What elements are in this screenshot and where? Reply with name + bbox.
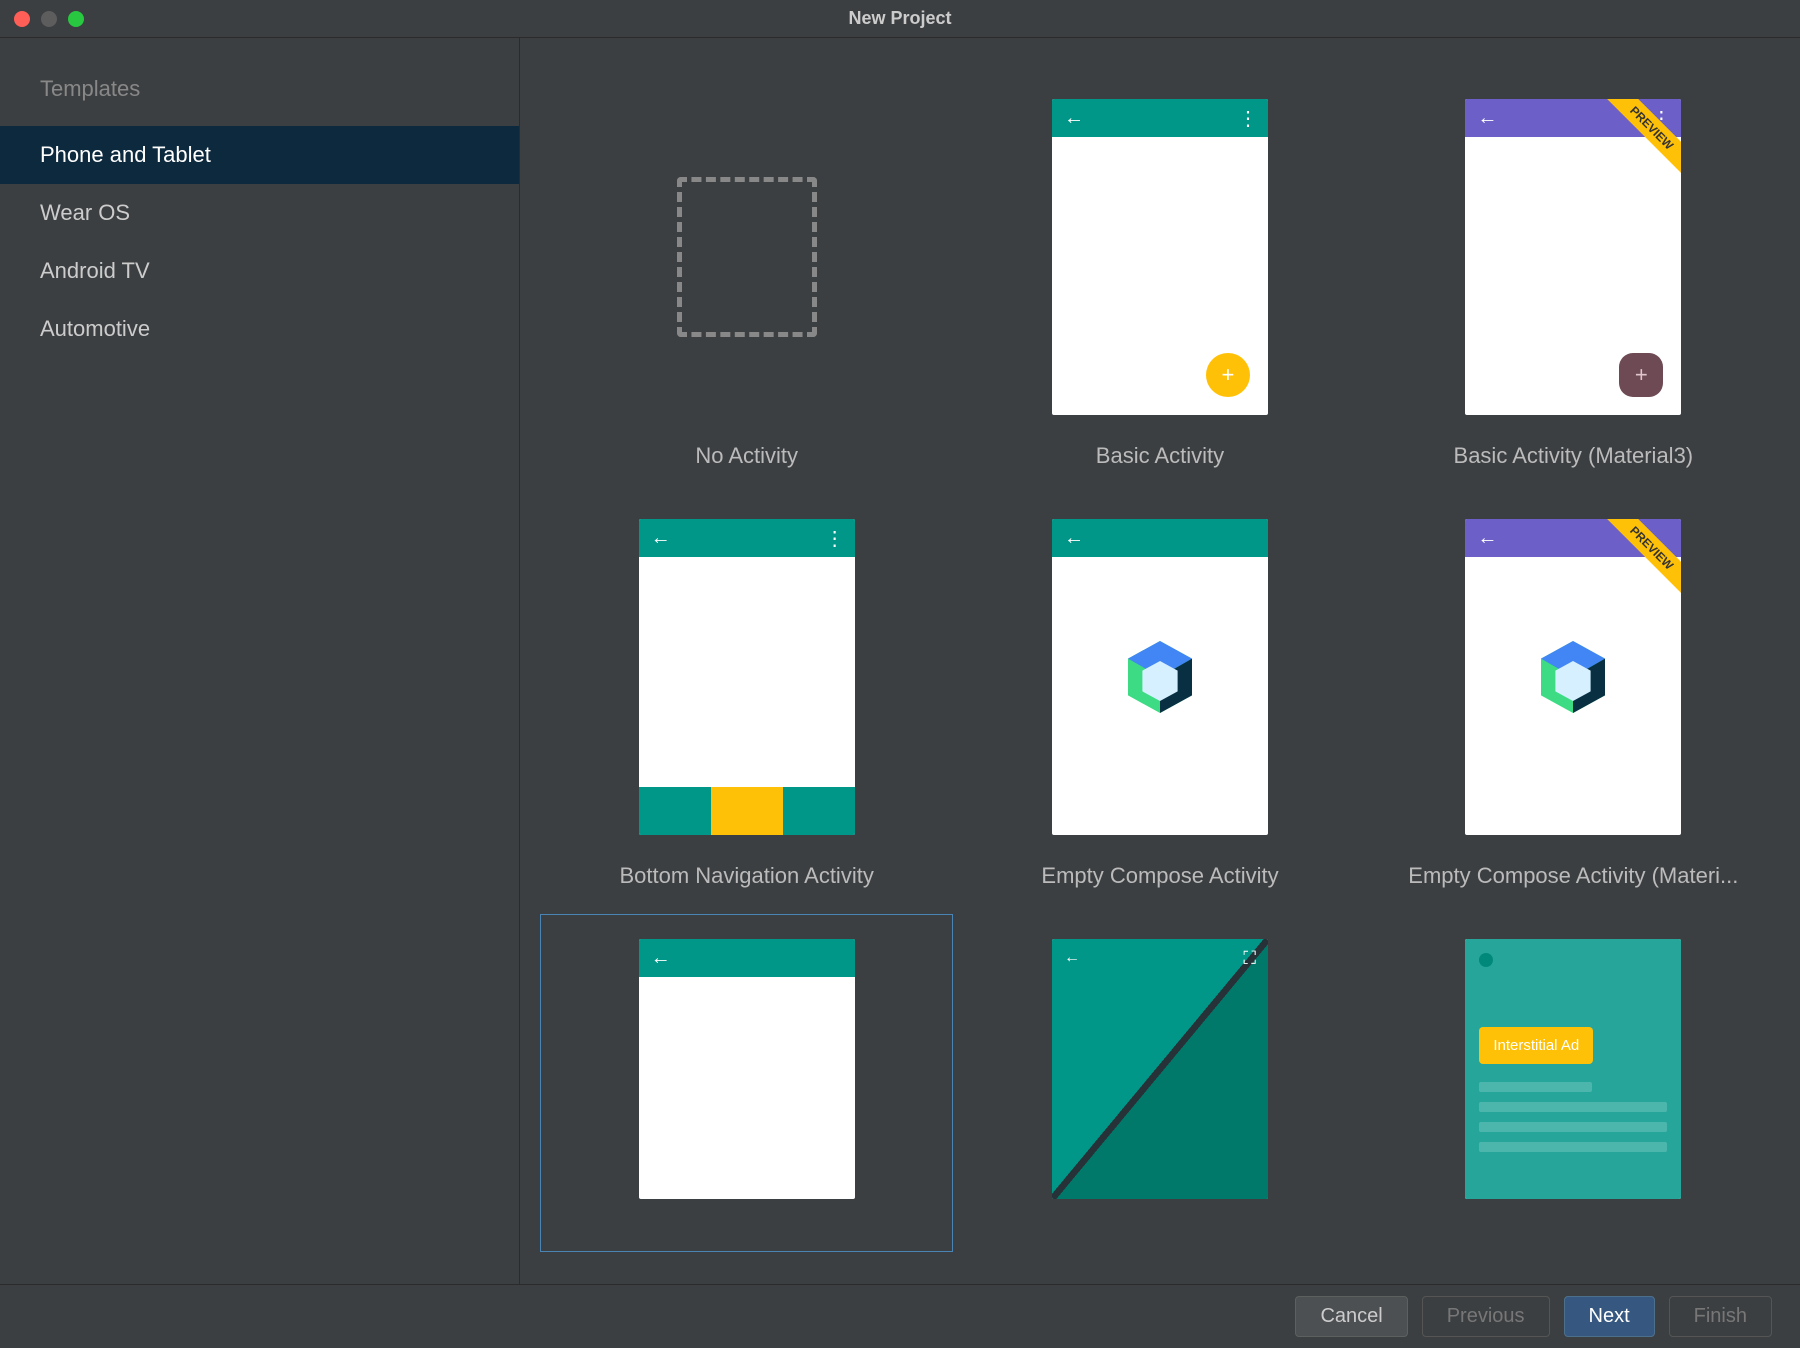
fab-icon: + xyxy=(1619,353,1663,397)
window-title: New Project xyxy=(848,8,951,29)
template-thumb: ← ⛶ xyxy=(1052,939,1268,1199)
placeholder-line xyxy=(1479,1142,1667,1152)
template-grid[interactable]: No Activity ← ⋮ + Basic Activity ← xyxy=(520,38,1800,1284)
appbar: ← xyxy=(1052,519,1268,557)
template-label: No Activity xyxy=(695,443,798,469)
overflow-menu-icon: ⋮ xyxy=(1238,106,1256,131)
template-card-basic-activity-m3[interactable]: ← ⋮ PREVIEW + Basic Activity (Material3) xyxy=(1367,74,1780,494)
template-thumb: ← ⋮ xyxy=(639,519,855,835)
template-card-empty-compose-m3[interactable]: ← PREVIEW Empty Compose Activity (Materi… xyxy=(1367,494,1780,914)
back-arrow-icon: ← xyxy=(1477,527,1497,550)
template-label: Empty Compose Activity (Materi... xyxy=(1408,863,1738,889)
placeholder-line xyxy=(1479,1102,1667,1112)
template-card-basic-activity[interactable]: ← ⋮ + Basic Activity xyxy=(953,74,1366,494)
back-arrow-icon: ← xyxy=(1477,107,1497,130)
template-card-empty-compose[interactable]: ← Empty Compose Activity xyxy=(953,494,1366,914)
next-button[interactable]: Next xyxy=(1564,1296,1655,1337)
overflow-menu-icon: ⋮ xyxy=(825,526,843,551)
template-label: Bottom Navigation Activity xyxy=(619,863,873,889)
maximize-window-button[interactable] xyxy=(68,11,84,27)
sidebar-item-wear-os[interactable]: Wear OS xyxy=(0,184,519,242)
placeholder-line xyxy=(1479,1082,1592,1092)
sidebar-item-phone-tablet[interactable]: Phone and Tablet xyxy=(0,126,519,184)
close-window-button[interactable] xyxy=(14,11,30,27)
template-thumb: ← xyxy=(639,939,855,1199)
template-label: Empty Compose Activity xyxy=(1041,863,1278,889)
template-thumb: ← PREVIEW xyxy=(1465,519,1681,835)
sidebar-item-automotive[interactable]: Automotive xyxy=(0,300,519,358)
fab-icon: + xyxy=(1206,353,1250,397)
previous-button: Previous xyxy=(1422,1296,1550,1337)
template-label: Basic Activity xyxy=(1096,443,1224,469)
template-thumb: ← ⋮ PREVIEW + xyxy=(1465,99,1681,415)
sidebar-header: Templates xyxy=(0,66,519,126)
template-label: Basic Activity (Material3) xyxy=(1454,443,1694,469)
jetpack-compose-icon xyxy=(1533,637,1613,717)
appbar: ← xyxy=(639,939,855,977)
template-card-bottom-nav[interactable]: ← ⋮ Bottom Navigation Activity xyxy=(540,494,953,914)
template-thumb xyxy=(639,99,855,415)
fullscreen-icon: ⛶ xyxy=(1243,948,1256,969)
template-thumb: ← xyxy=(1052,519,1268,835)
template-card-fullscreen[interactable]: ← ⛶ xyxy=(953,914,1366,1252)
bottom-nav-icon xyxy=(639,787,855,835)
traffic-lights xyxy=(0,11,84,27)
appbar: ← ⋮ xyxy=(639,519,855,557)
dot-icon xyxy=(1479,953,1493,967)
template-card-no-activity[interactable]: No Activity xyxy=(540,74,953,494)
back-arrow-icon: ← xyxy=(1064,107,1084,130)
finish-button: Finish xyxy=(1669,1296,1772,1337)
cancel-button[interactable]: Cancel xyxy=(1295,1296,1407,1337)
titlebar: New Project xyxy=(0,0,1800,38)
back-arrow-icon: ← xyxy=(1064,949,1080,967)
minimize-window-button[interactable] xyxy=(41,11,57,27)
sidebar: Templates Phone and Tablet Wear OS Andro… xyxy=(0,38,520,1284)
jetpack-compose-icon xyxy=(1120,637,1200,717)
appbar: ← ⋮ xyxy=(1052,99,1268,137)
ad-button-label: Interstitial Ad xyxy=(1479,1027,1593,1064)
template-thumb: Interstitial Ad xyxy=(1465,939,1681,1199)
back-arrow-icon: ← xyxy=(1064,527,1084,550)
back-arrow-icon: ← xyxy=(651,947,671,970)
template-card-selected[interactable]: ← xyxy=(540,914,953,1252)
dashed-placeholder-icon xyxy=(677,177,817,337)
footer: Cancel Previous Next Finish xyxy=(0,1284,1800,1348)
template-card-ad[interactable]: Interstitial Ad xyxy=(1367,914,1780,1252)
main: Templates Phone and Tablet Wear OS Andro… xyxy=(0,38,1800,1284)
placeholder-line xyxy=(1479,1122,1667,1132)
template-thumb: ← ⋮ + xyxy=(1052,99,1268,415)
back-arrow-icon: ← xyxy=(651,527,671,550)
sidebar-item-android-tv[interactable]: Android TV xyxy=(0,242,519,300)
